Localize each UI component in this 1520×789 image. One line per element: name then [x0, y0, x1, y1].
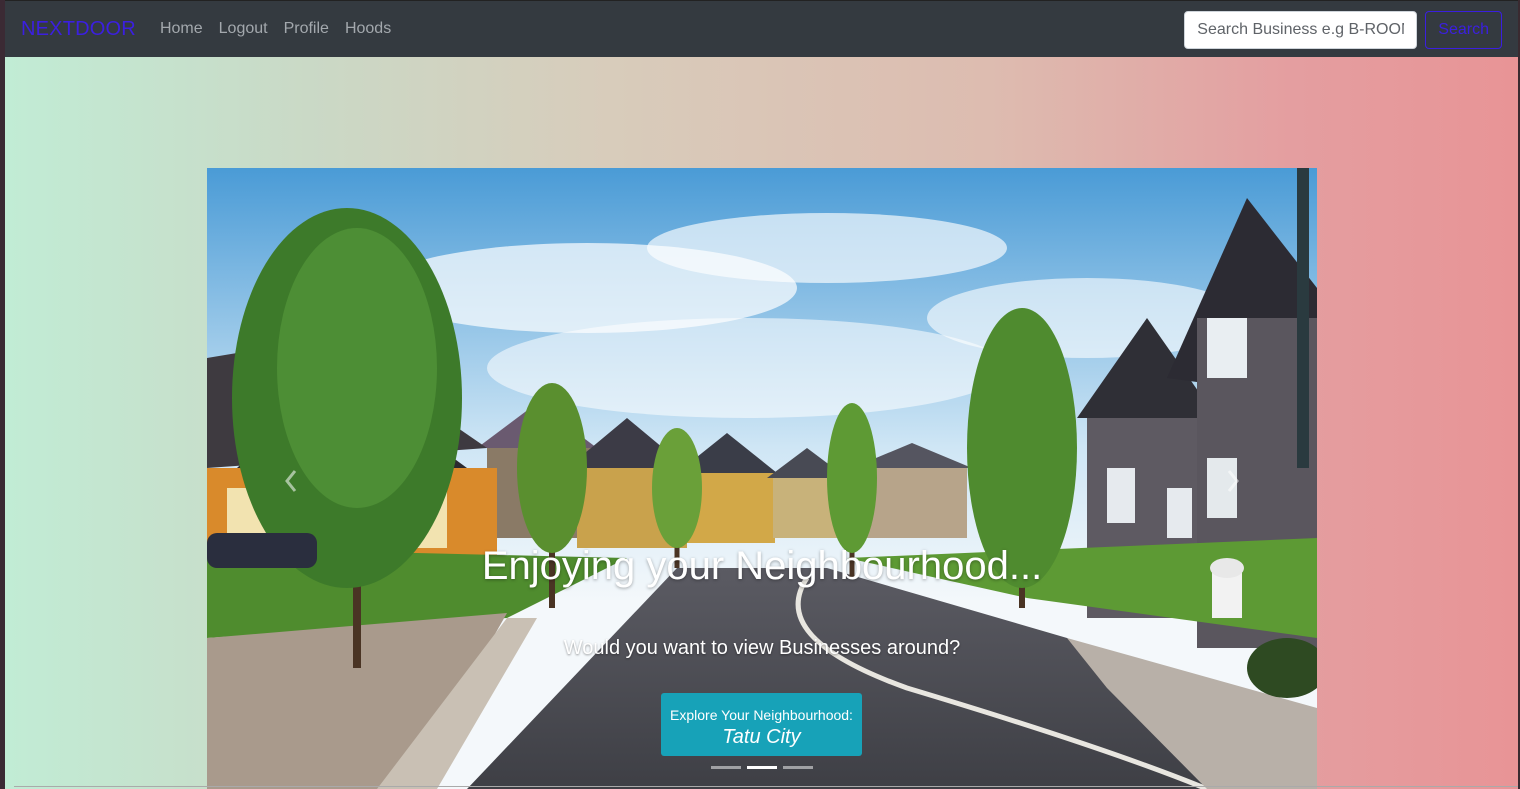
nav-logout-link[interactable]: Logout: [211, 20, 276, 38]
carousel-prev-control[interactable]: [277, 468, 297, 496]
brand-logo-link[interactable]: NEXTDOOR: [21, 18, 136, 41]
carousel-title: Enjoying your Neighbourhood...: [481, 544, 1043, 588]
nav-links: Home Logout Profile Hoods: [152, 20, 399, 38]
page-bottom-border: [14, 786, 1518, 787]
search-form: Search: [1184, 11, 1502, 49]
carousel-indicators: [207, 766, 1317, 769]
hero-section: Enjoying your Neighbourhood... Would you…: [5, 57, 1518, 789]
carousel-subtitle: Would you want to view Businesses around…: [563, 637, 961, 659]
nav-profile-link[interactable]: Profile: [276, 20, 337, 38]
explore-label: Explore Your Neighbourhood:: [670, 706, 853, 723]
nav-hoods-link[interactable]: Hoods: [337, 20, 399, 38]
nav-home-link[interactable]: Home: [152, 20, 211, 38]
carousel-indicator-1[interactable]: [711, 766, 741, 769]
neighbourhood-carousel: Enjoying your Neighbourhood... Would you…: [207, 168, 1317, 789]
browser-viewport: NEXTDOOR Home Logout Profile Hoods Searc…: [0, 0, 1520, 789]
explore-neighbourhood-button[interactable]: Explore Your Neighbourhood: Tatu City: [661, 693, 862, 756]
carousel-indicator-3[interactable]: [783, 766, 813, 769]
top-navbar: NEXTDOOR Home Logout Profile Hoods Searc…: [5, 0, 1518, 57]
search-button[interactable]: Search: [1425, 11, 1502, 49]
carousel-indicator-2[interactable]: [747, 766, 777, 769]
business-search-input[interactable]: [1184, 11, 1418, 49]
explore-city-name: Tatu City: [722, 725, 801, 748]
carousel-next-control[interactable]: [1225, 468, 1245, 496]
